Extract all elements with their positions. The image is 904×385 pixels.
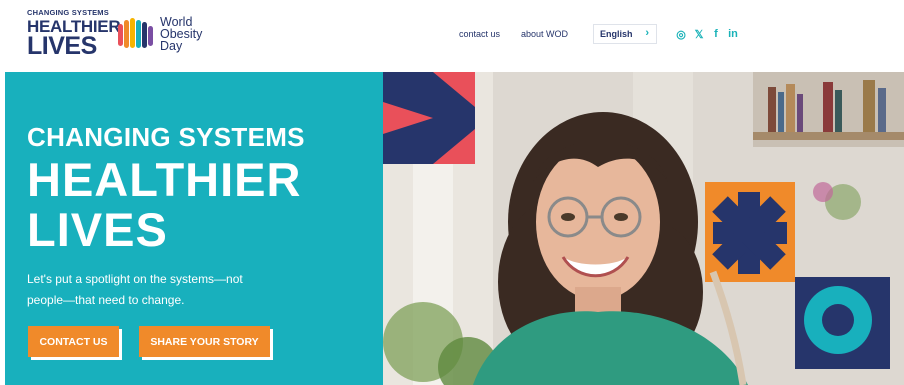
contact-us-button[interactable]: CONTACT US <box>28 326 119 357</box>
world-obesity-day-mark-icon <box>118 18 153 48</box>
wordmark-line3: Day <box>160 39 183 53</box>
campaign-logo-line1: CHANGING SYSTEMS <box>27 8 109 17</box>
hero-illustration <box>383 72 904 385</box>
hero-heading: CHANGING SYSTEMS HEALTHIER LIVES <box>27 124 305 253</box>
campaign-logo-line3: LIVES <box>27 31 97 60</box>
campaign-logo[interactable]: CHANGING SYSTEMS HEALTHIER LIVES <box>27 8 121 61</box>
site-header: CHANGING SYSTEMS HEALTHIER LIVES World O… <box>0 0 904 72</box>
nav-about-wod-link[interactable]: about WOD <box>521 29 568 39</box>
x-icon[interactable]: 𝕏 <box>692 27 706 41</box>
hero-subtitle-line1: Let's put a spotlight on the systems—not <box>27 272 243 286</box>
language-selector[interactable]: English › <box>593 24 657 44</box>
hero-section: CHANGING SYSTEMS HEALTHIER LIVES Let's p… <box>0 72 904 385</box>
hero-heading-line1: CHANGING SYSTEMS <box>27 122 305 152</box>
nav-contact-us-link[interactable]: contact us <box>459 29 500 39</box>
world-obesity-day-wordmark: World Obesity Day <box>160 16 202 53</box>
hero-heading-line3: LIVES <box>27 203 168 256</box>
language-selected-label: English <box>600 29 633 39</box>
world-obesity-day-logo[interactable]: World Obesity Day <box>116 11 226 57</box>
hero-subtitle: Let's put a spotlight on the systems—not… <box>27 269 327 311</box>
instagram-icon[interactable]: ◎ <box>674 27 688 41</box>
hero-subtitle-line2: people—that need to change. <box>27 293 185 307</box>
page: CHANGING SYSTEMS HEALTHIER LIVES World O… <box>0 0 904 385</box>
hero-photo <box>383 72 904 385</box>
linkedin-icon[interactable]: in <box>726 27 740 41</box>
facebook-icon[interactable]: f <box>709 27 723 41</box>
chevron-right-icon: › <box>645 27 649 39</box>
hero-heading-line2: HEALTHIER <box>27 153 302 206</box>
share-your-story-button[interactable]: SHARE YOUR STORY <box>139 326 270 357</box>
